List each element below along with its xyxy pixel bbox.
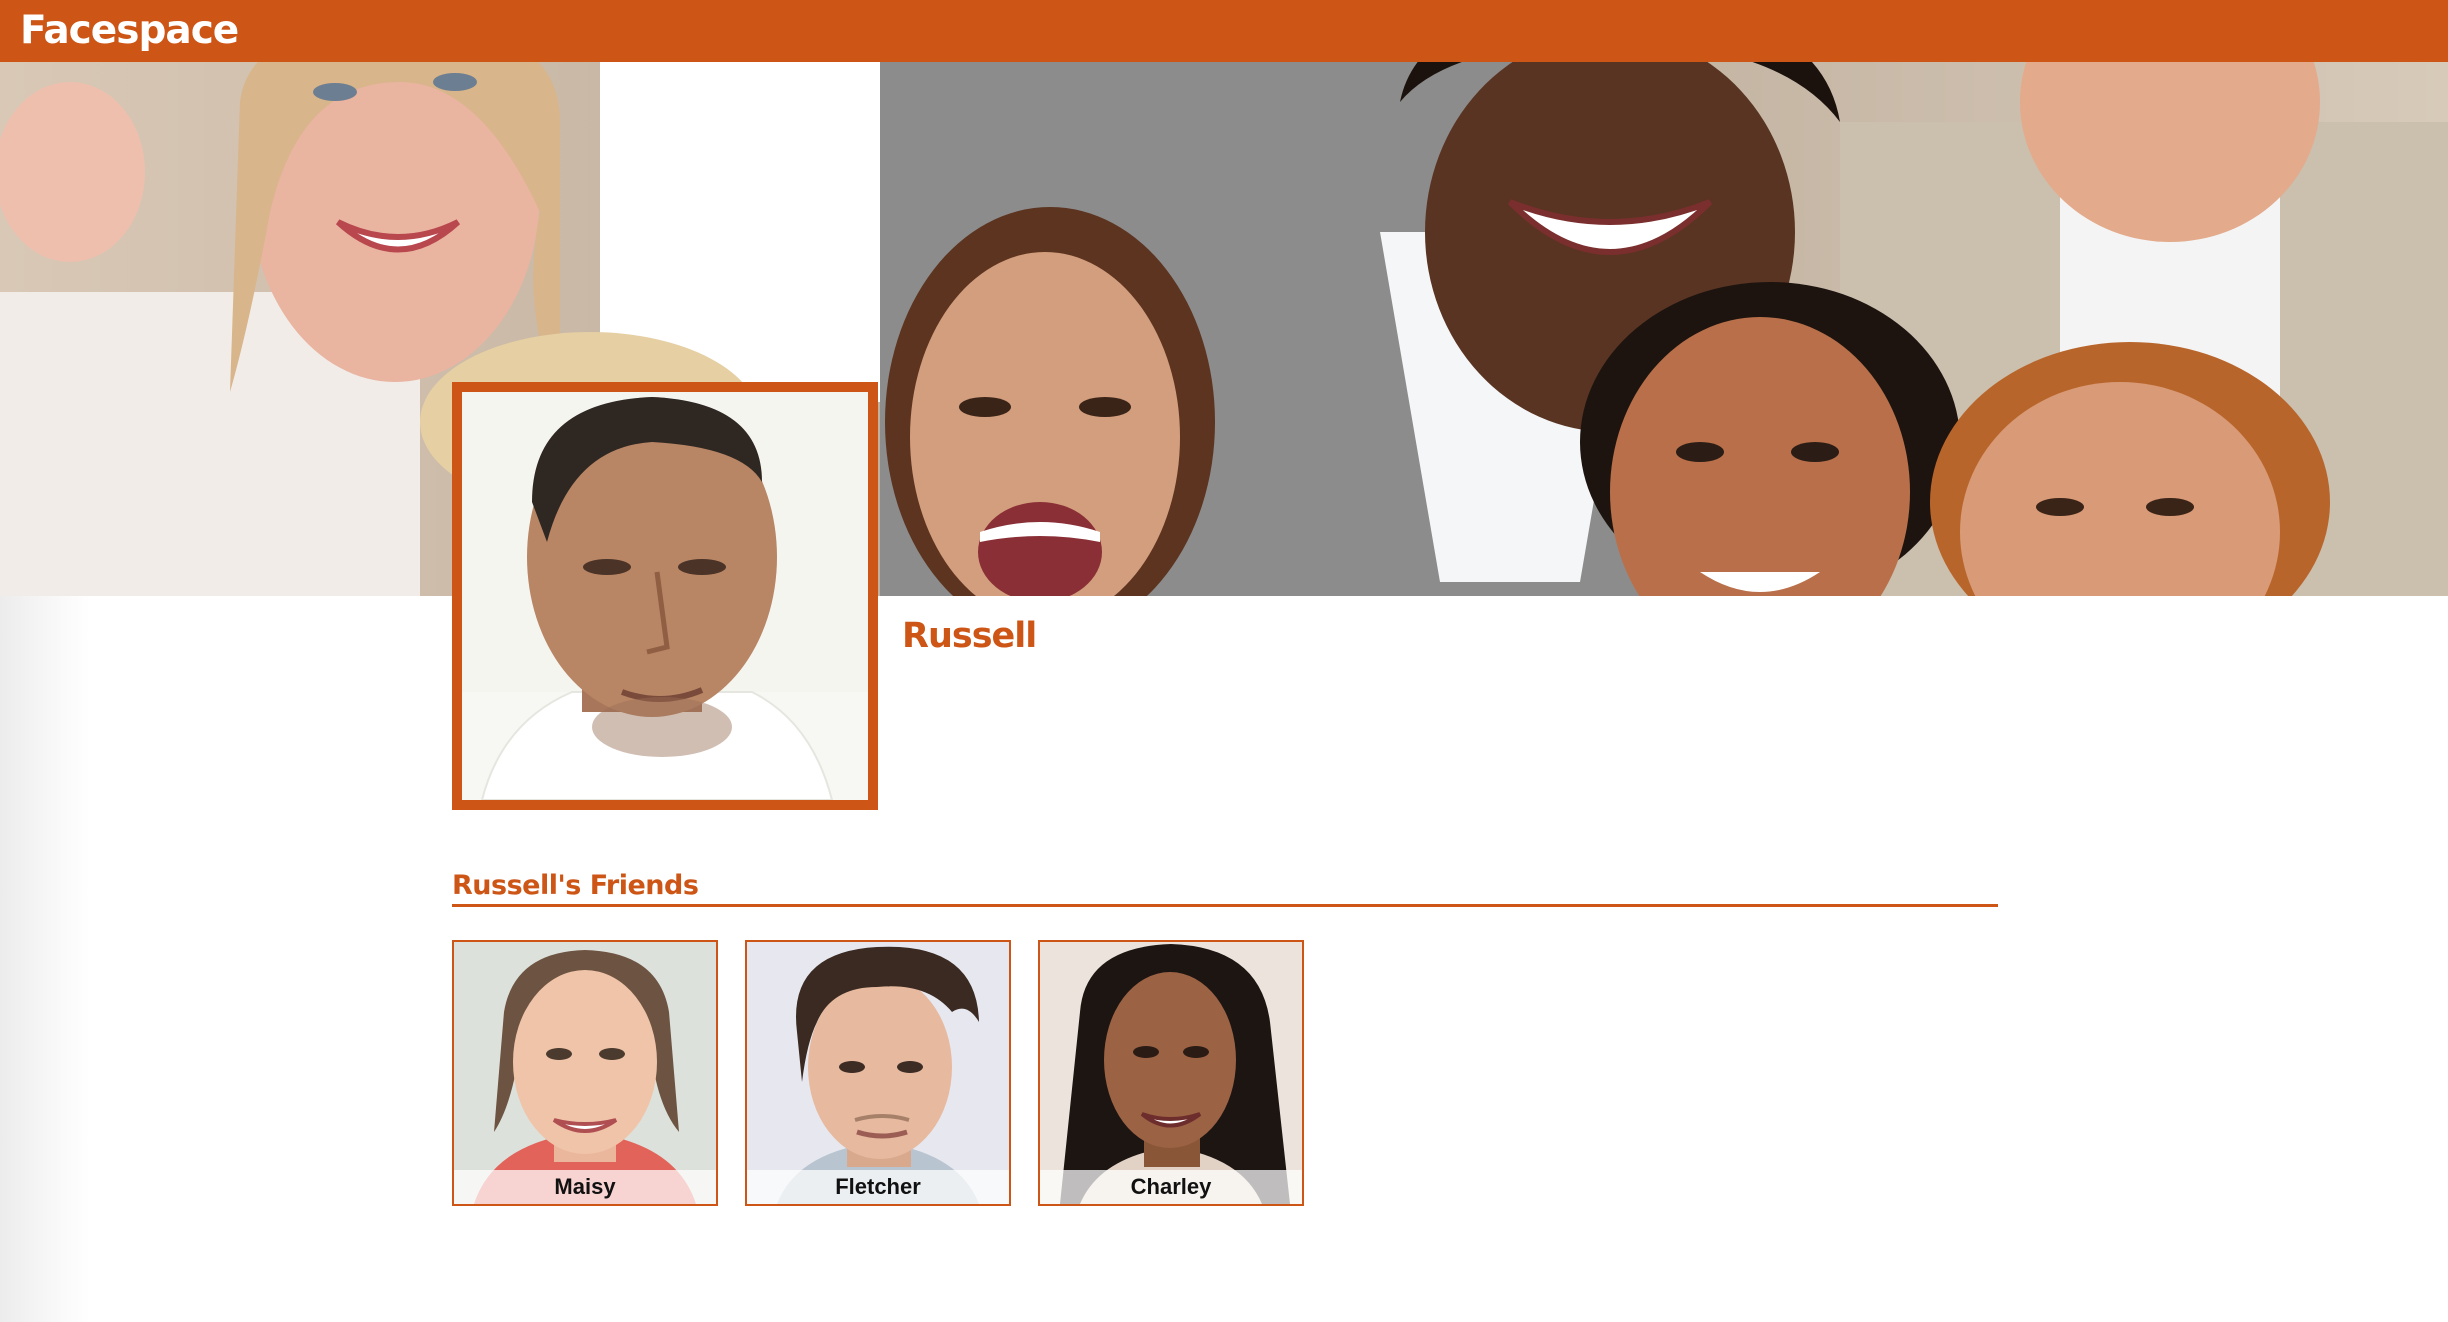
friend-card-charley[interactable]: Charley (1038, 940, 1304, 1206)
brand-logo[interactable]: Facespace (20, 6, 239, 56)
friend-card-fletcher[interactable]: Fletcher (745, 940, 1011, 1206)
profile-page: Facespace Russell Russell's Friends Mais… (0, 0, 2448, 1322)
friend-name-label: Charley (1040, 1170, 1302, 1204)
friend-card-maisy[interactable]: Maisy (452, 940, 718, 1206)
cover-photo (0, 62, 2448, 596)
friends-divider (452, 904, 1998, 907)
friend-name-label: Maisy (454, 1170, 716, 1204)
profile-name: Russell (902, 616, 1037, 656)
friend-name-label: Fletcher (747, 1170, 1009, 1204)
friends-heading: Russell's Friends (452, 870, 699, 901)
profile-photo[interactable] (452, 382, 878, 810)
top-nav-bar: Facespace (0, 0, 2448, 62)
left-shadow-decoration (0, 596, 90, 1322)
